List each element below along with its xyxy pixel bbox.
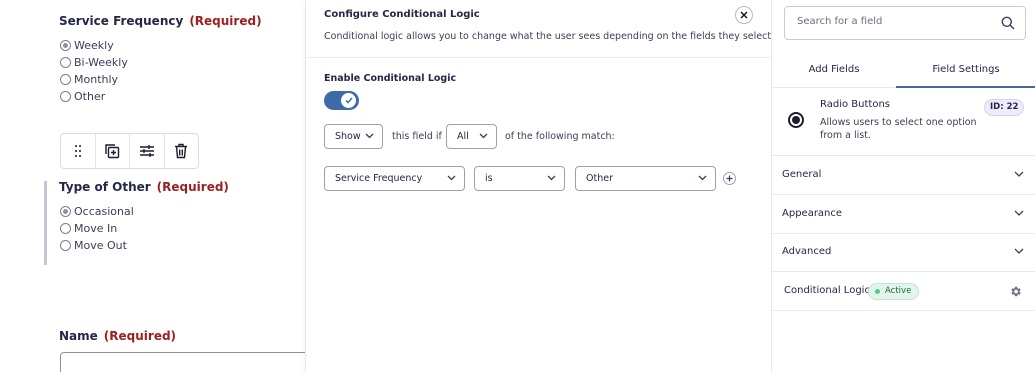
radio-option-label: Move In [74, 222, 118, 235]
field-settings-panel: Add Fields Field Settings Radio Buttons … [771, 0, 1035, 372]
radio-button[interactable] [60, 74, 71, 85]
active-status-badge: Active [868, 283, 920, 300]
enable-conditional-logic-toggle[interactable] [324, 91, 359, 110]
name-field-label-text: Name [59, 329, 98, 343]
duplicate-icon [105, 144, 120, 159]
accordion-label: Appearance [782, 208, 843, 219]
plus-icon [726, 175, 733, 182]
conditional-logic-label: Conditional Logic [784, 285, 870, 296]
radio-button[interactable] [60, 240, 71, 251]
radio-option-move-in[interactable]: Move In [60, 220, 117, 237]
conditional-logic-row[interactable]: Conditional Logic Active [772, 272, 1035, 311]
modal-header: Configure Conditional Logic Conditional … [306, 0, 775, 58]
rule-value-value: Other [586, 173, 613, 184]
tab-field-settings[interactable]: Field Settings [896, 56, 1035, 88]
chevron-down-icon [1014, 210, 1024, 216]
duplicate-button[interactable] [96, 134, 130, 168]
field-id-badge: ID: 22 [984, 99, 1025, 116]
modal-description: Conditional logic allows you to change w… [324, 31, 775, 42]
name-input[interactable] [60, 352, 320, 372]
field-type-title: Radio Buttons [820, 99, 890, 110]
gear-icon[interactable] [1009, 285, 1022, 298]
accordion-advanced[interactable]: Advanced [772, 233, 1035, 272]
rule-field-value: Service Frequency [335, 173, 423, 184]
radio-button[interactable] [60, 57, 71, 68]
chevron-down-icon [547, 175, 556, 181]
conditional-logic-modal: Configure Conditional Logic Conditional … [305, 0, 775, 372]
radio-option-weekly[interactable]: Weekly [60, 37, 114, 54]
radio-button[interactable] [60, 223, 71, 234]
required-indicator: (Required) [103, 329, 177, 343]
modal-title: Configure Conditional Logic [324, 9, 480, 20]
chevron-down-icon [365, 133, 374, 139]
field-type-description: Allows users to select one option from a… [820, 117, 977, 141]
chevron-down-icon [447, 175, 456, 181]
field-settings-button[interactable] [130, 134, 165, 168]
form-canvas: Service Frequency (Required) Weekly Bi-We… [0, 0, 320, 372]
radio-button-checked[interactable] [60, 206, 71, 217]
accordion-label: General [782, 169, 822, 180]
search-icon[interactable] [1001, 16, 1015, 30]
name-field-label: Name (Required) [59, 329, 176, 343]
action-select[interactable]: Show [324, 124, 383, 149]
status-dot [875, 289, 880, 294]
match-type-select[interactable]: All [446, 124, 497, 149]
search-input[interactable] [797, 16, 987, 27]
rule-operator-select[interactable]: is [474, 166, 565, 191]
required-indicator: (Required) [189, 14, 262, 28]
radio-option-label: Bi-Weekly [74, 56, 128, 69]
delete-button[interactable] [165, 134, 199, 168]
field-search [784, 6, 1026, 40]
type-of-other-label-text: Type of Other [59, 180, 151, 194]
accordion-appearance[interactable]: Appearance [772, 195, 1035, 234]
close-button[interactable] [735, 6, 753, 24]
chevron-down-icon [1014, 248, 1024, 254]
service-frequency-label: Service Frequency (Required) [59, 14, 262, 28]
radio-option-other[interactable]: Other [60, 88, 105, 105]
toggle-knob [341, 93, 356, 108]
radio-button-checked[interactable] [60, 40, 71, 51]
this-field-if-text: this field if [392, 131, 442, 142]
accordion-general[interactable]: General [772, 156, 1035, 195]
type-of-other-label: Type of Other (Required) [59, 180, 229, 194]
field-type-info: Radio Buttons Allows users to select one… [772, 88, 1035, 156]
radio-button[interactable] [60, 91, 71, 102]
drag-handle-button[interactable] [61, 134, 96, 168]
required-indicator: (Required) [156, 180, 229, 194]
field-toolbar [60, 133, 199, 169]
radio-option-label: Other [74, 90, 106, 103]
chevron-down-icon [1014, 171, 1024, 177]
close-icon [740, 11, 748, 19]
check-icon [344, 97, 353, 104]
add-rule-button[interactable] [723, 172, 736, 185]
status-badge-text: Active [885, 286, 912, 296]
radio-option-move-out[interactable]: Move Out [60, 237, 127, 254]
radio-option-label: Weekly [74, 39, 114, 52]
selected-field-indicator [44, 181, 47, 265]
enable-conditional-logic-label: Enable Conditional Logic [324, 73, 457, 84]
radio-option-bi-weekly[interactable]: Bi-Weekly [60, 54, 128, 71]
rule-field-select[interactable]: Service Frequency [324, 166, 465, 191]
radio-option-label: Monthly [74, 73, 119, 86]
accordion-label: Advanced [782, 246, 832, 257]
radio-option-label: Move Out [74, 239, 127, 252]
following-match-text: of the following match: [505, 131, 615, 142]
settings-sliders-icon [139, 145, 154, 157]
radio-option-monthly[interactable]: Monthly [60, 71, 118, 88]
chevron-down-icon [479, 133, 488, 139]
action-select-value: Show [335, 131, 361, 142]
radio-option-label: Occasional [74, 205, 134, 218]
service-frequency-label-text: Service Frequency [59, 14, 184, 28]
chevron-down-icon [698, 175, 707, 181]
match-type-value: All [457, 131, 469, 142]
trash-icon [175, 143, 188, 159]
rule-value-select[interactable]: Other [575, 166, 716, 191]
tab-add-fields[interactable]: Add Fields [772, 56, 896, 88]
radio-option-occasional[interactable]: Occasional [60, 203, 134, 220]
drag-handle-icon [74, 144, 81, 158]
radio-buttons-icon [788, 112, 804, 128]
rule-operator-value: is [485, 173, 493, 184]
